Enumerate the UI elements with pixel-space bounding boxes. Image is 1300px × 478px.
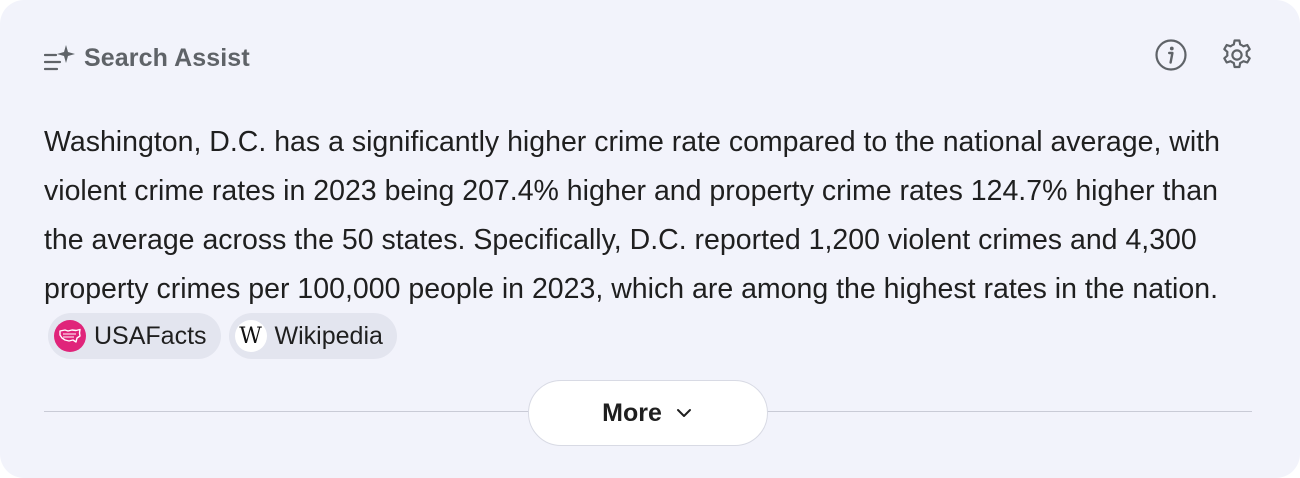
info-icon[interactable] bbox=[1152, 36, 1190, 74]
source-chip-label: Wikipedia bbox=[274, 322, 383, 351]
answer-text: Washington, D.C. has a significantly hig… bbox=[44, 126, 1220, 305]
source-chip-wikipedia[interactable]: W Wikipedia bbox=[228, 313, 397, 360]
usafacts-logo-icon bbox=[54, 320, 86, 353]
search-assist-title: Search Assist bbox=[84, 43, 250, 72]
gear-icon[interactable] bbox=[1218, 36, 1256, 74]
source-chip-label: USAFacts bbox=[94, 322, 207, 351]
search-assist-header: Search Assist bbox=[44, 38, 250, 78]
sparkle-list-icon bbox=[44, 42, 76, 74]
header-actions bbox=[1152, 36, 1256, 74]
more-button[interactable]: More bbox=[528, 380, 768, 446]
wikipedia-logo-icon: W bbox=[234, 320, 267, 353]
more-button-label: More bbox=[602, 398, 662, 427]
search-assist-card: Search Assist Washington, D.C. has a sig… bbox=[0, 0, 1300, 478]
source-chip-usafacts[interactable]: USAFacts bbox=[48, 313, 221, 360]
chevron-down-icon bbox=[674, 403, 694, 423]
answer-paragraph: Washington, D.C. has a significantly hig… bbox=[44, 118, 1254, 363]
